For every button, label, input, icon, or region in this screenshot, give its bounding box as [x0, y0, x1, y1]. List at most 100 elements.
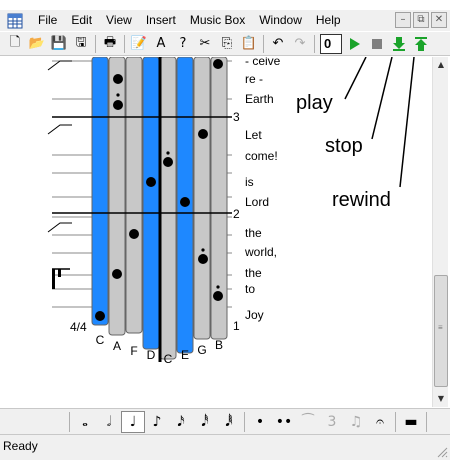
open-folder-icon[interactable]: 📂 — [26, 33, 48, 55]
duration-separator — [244, 411, 245, 432]
toolbar-separator — [124, 34, 125, 53]
toolbar-separator — [263, 34, 264, 53]
paste-icon[interactable]: 📋 — [238, 33, 260, 55]
breath-mark — [47, 222, 72, 233]
save-as-icon[interactable]: 🖫 — [70, 33, 92, 55]
app-grid-icon[interactable] — [7, 13, 23, 29]
rewind-annotation: rewind — [332, 189, 391, 211]
triplet-icon[interactable]: 3 — [320, 411, 344, 433]
copy-icon[interactable]: ⎘ — [216, 33, 238, 55]
note-dot — [116, 93, 120, 97]
cut-icon[interactable]: ✂ — [194, 33, 216, 55]
tine-label: D — [147, 348, 156, 362]
thirty-second-note-icon[interactable]: 𝅘𝅥𝅰 — [193, 411, 217, 433]
undo-icon[interactable]: ↶ — [267, 33, 289, 55]
save-icon[interactable]: 💾 — [48, 33, 70, 55]
half-note-icon[interactable]: 𝅗𝅥 — [97, 411, 121, 433]
beam-icon[interactable]: ♫ — [344, 411, 368, 433]
tie-icon[interactable]: ⁀ — [296, 411, 320, 433]
bar-number-field[interactable]: 0 — [320, 33, 342, 54]
quarter-note-icon[interactable]: ♩ — [121, 410, 145, 433]
tine — [193, 57, 211, 340]
note — [198, 129, 208, 139]
mdi-window-buttons: – ⧉ ✕ — [395, 12, 447, 28]
restore-icon[interactable]: ⧉ — [413, 12, 429, 28]
note — [95, 311, 105, 321]
menu-music-box[interactable]: Music Box — [183, 10, 252, 31]
menu-view[interactable]: View — [99, 10, 139, 31]
sixty-fourth-note-icon[interactable]: 𝅘𝅥𝅱 — [217, 411, 241, 433]
menu-help[interactable]: Help — [309, 10, 348, 31]
whole-note-icon[interactable]: 𝅝 — [73, 411, 97, 433]
menu-window[interactable]: Window — [252, 10, 309, 31]
tine — [142, 57, 160, 350]
tine — [91, 57, 109, 326]
up-arrow-icon — [415, 36, 427, 51]
lyric: Earth — [245, 92, 274, 106]
lyric: is — [245, 175, 254, 189]
play-button[interactable] — [344, 33, 366, 55]
rest-icon[interactable]: ▬ — [399, 411, 423, 433]
menu-insert[interactable]: Insert — [139, 10, 183, 31]
lyric: to — [245, 282, 255, 296]
tine — [159, 57, 177, 360]
text-style-icon[interactable]: A — [150, 33, 172, 55]
scroll-down-arrow-icon[interactable]: ▼ — [433, 391, 449, 407]
resize-grip-icon[interactable] — [436, 446, 448, 458]
note-duration-bar: 𝅝 𝅗𝅥 ♩ ♪ 𝅘𝅥𝅯 𝅘𝅥𝅰 𝅘𝅥𝅱 • •• ⁀ 3 ♫ 𝄐 ▬ — [0, 408, 450, 434]
redo-icon[interactable]: ↷ — [289, 33, 311, 55]
lyric: the — [245, 266, 262, 280]
lyric: the — [245, 226, 262, 240]
note — [198, 254, 208, 264]
note — [213, 291, 223, 301]
note-dot — [166, 151, 170, 155]
note — [112, 269, 122, 279]
repeat-bar — [58, 269, 61, 277]
lyric: - ceive — [245, 57, 281, 68]
note — [129, 229, 139, 239]
tine-label: C — [96, 333, 105, 347]
stop-button[interactable] — [366, 33, 388, 55]
music-box-strip[interactable]: C A F D C E G B4/4321- ceivere -EarthLetcome!is… — [0, 57, 432, 407]
minimize-icon[interactable]: – — [395, 12, 411, 28]
scroll-up-arrow-icon[interactable]: ▲ — [433, 57, 449, 73]
tines — [91, 57, 228, 362]
toolbar: 🗋 📂 💾 🖫 🖶 📝 A ? ✂ ⎘ 📋 ↶ ↷ 0 — [0, 32, 450, 56]
fermata-icon[interactable]: 𝄐 — [368, 411, 392, 433]
tine-label: E — [181, 348, 189, 362]
menu-file[interactable]: File — [31, 10, 64, 31]
eighth-note-icon[interactable]: ♪ — [145, 411, 169, 433]
rewind-button[interactable] — [388, 33, 410, 55]
note-dot — [201, 248, 205, 252]
toolbar-separator — [314, 34, 315, 53]
note — [113, 74, 123, 84]
go-to-start-button[interactable] — [410, 33, 432, 55]
score-view[interactable]: C A F D C E G B 4/4 3 2 1- ceive re - Earth Let come! is… — [0, 57, 432, 407]
lyric: Let — [245, 128, 262, 142]
double-dot-icon[interactable]: •• — [272, 411, 296, 433]
bar-number: 3 — [233, 110, 240, 124]
stop-icon — [372, 38, 382, 49]
vertical-scrollbar[interactable]: ▲ ≡ ▼ — [432, 57, 448, 407]
tine-label: F — [130, 344, 137, 358]
print-icon[interactable]: 🖶 — [99, 33, 121, 55]
grip-icon: ≡ — [438, 323, 443, 332]
tine-label: G — [197, 343, 206, 357]
note — [180, 197, 190, 207]
stop-annotation: stop — [325, 135, 363, 157]
lyric: Lord — [245, 195, 269, 209]
dot-icon[interactable]: • — [248, 411, 272, 433]
note — [113, 100, 123, 110]
help-icon[interactable]: ? — [172, 33, 194, 55]
edit-text-icon[interactable]: 📝 — [128, 33, 150, 55]
new-document-icon[interactable]: 🗋 — [4, 33, 26, 55]
duration-separator — [69, 411, 70, 432]
scrollbar-thumb[interactable]: ≡ — [434, 275, 448, 387]
note — [163, 157, 173, 167]
time-signature: 4/4 — [70, 320, 87, 334]
tine-label: A — [113, 339, 121, 353]
tine — [108, 57, 126, 336]
close-icon[interactable]: ✕ — [431, 12, 447, 28]
sixteenth-note-icon[interactable]: 𝅘𝅥𝅯 — [169, 411, 193, 433]
menu-edit[interactable]: Edit — [64, 10, 99, 31]
